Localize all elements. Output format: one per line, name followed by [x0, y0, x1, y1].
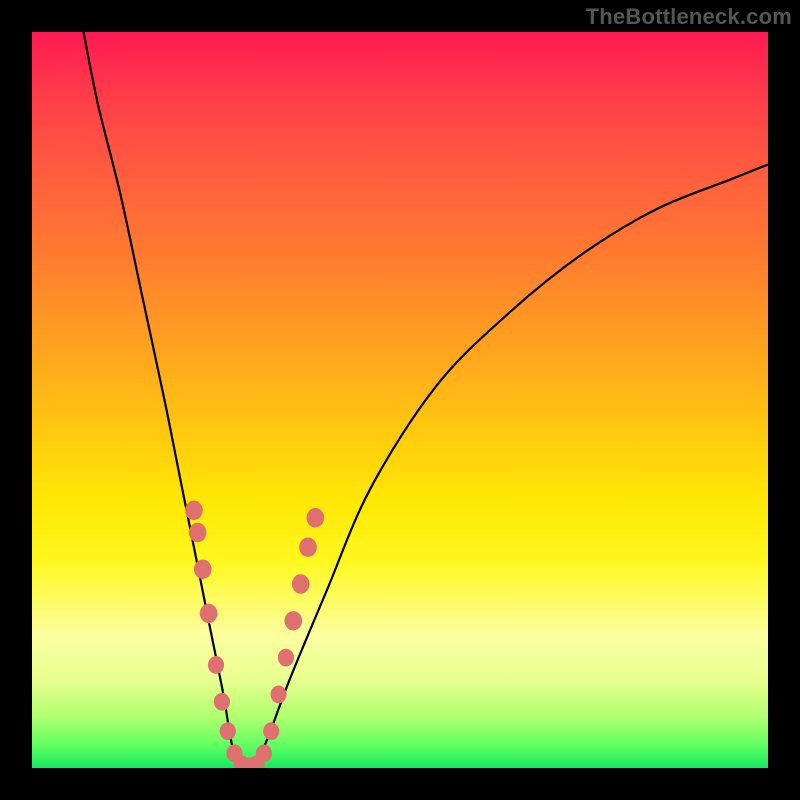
curve-marker	[194, 560, 212, 579]
bottleneck-curve	[84, 32, 768, 768]
curve-marker	[292, 574, 310, 593]
watermark-text: TheBottleneck.com	[586, 4, 792, 30]
curve-marker	[270, 685, 286, 703]
bottleneck-curve-svg	[32, 32, 768, 768]
curve-marker	[189, 523, 207, 542]
chart-frame: TheBottleneck.com	[0, 0, 800, 800]
curve-markers	[185, 501, 324, 768]
curve-marker	[263, 722, 279, 740]
curve-marker	[185, 501, 203, 520]
curve-marker	[299, 537, 317, 556]
curve-marker	[200, 604, 218, 623]
curve-marker	[256, 744, 272, 762]
curve-marker	[278, 649, 294, 667]
curve-marker	[284, 611, 302, 630]
plot-area	[32, 32, 768, 768]
curve-marker	[220, 722, 236, 740]
curve-marker	[208, 656, 224, 674]
curve-marker	[214, 693, 230, 711]
curve-marker	[307, 508, 325, 527]
